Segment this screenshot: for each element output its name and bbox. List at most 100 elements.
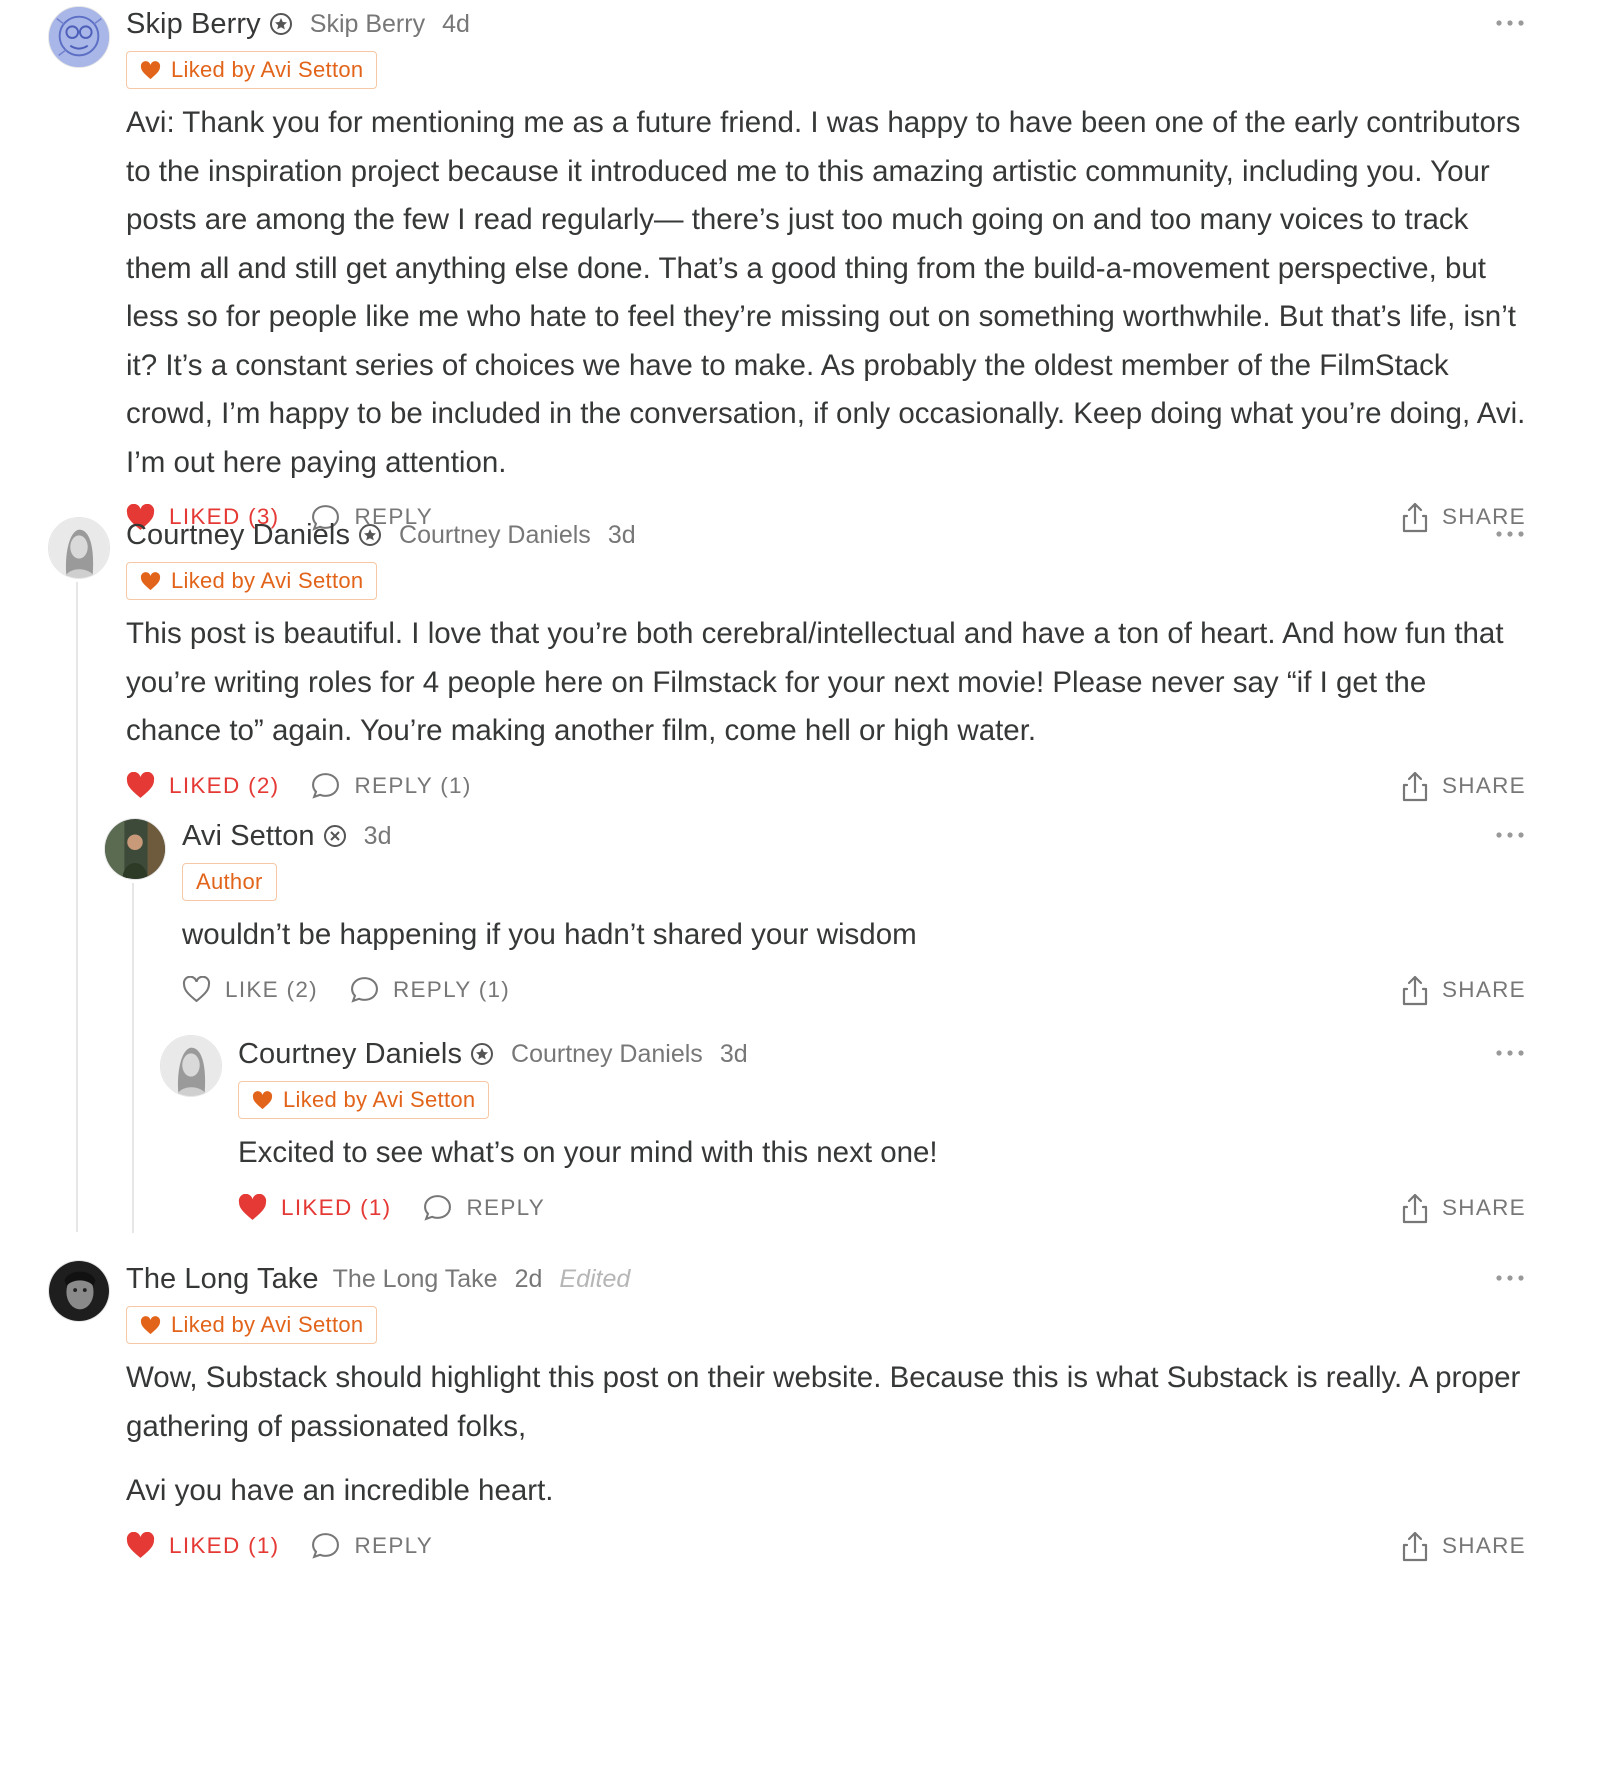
author-handle[interactable]: Courtney Daniels (511, 1040, 703, 1069)
share-button[interactable]: SHARE (1401, 1188, 1526, 1228)
reply-button[interactable]: REPLY (1) (311, 772, 471, 799)
reply-label: REPLY (466, 1194, 546, 1220)
more-options-button[interactable] (1494, 1262, 1526, 1294)
badge-label: Liked by Avi Setton (171, 1312, 364, 1337)
share-icon (1402, 771, 1428, 801)
like-label: LIKED (1) (169, 1532, 280, 1558)
ellipsis-icon (1496, 1050, 1524, 1056)
liked-by-author-badge: Liked by Avi Setton (126, 51, 378, 89)
like-label: LIKED (1) (281, 1194, 392, 1220)
comment-header: Skip Berry Skip Berry 4d (126, 5, 1526, 43)
ellipsis-icon (1496, 832, 1524, 838)
thread-line (76, 582, 78, 1232)
heart-filled-icon (126, 772, 155, 798)
avatar-courtney-daniels-image (49, 518, 109, 578)
avatar[interactable] (48, 1260, 110, 1322)
like-label: LIKE (2) (225, 976, 318, 1002)
avatar-courtney-daniels-image (161, 1036, 221, 1096)
timestamp[interactable]: 3d (608, 521, 636, 550)
heart-outline-icon (182, 976, 211, 1003)
edited-label: Edited (559, 1264, 631, 1293)
like-button[interactable]: LIKE (2) (182, 976, 318, 1003)
avatar[interactable] (48, 6, 110, 68)
badge-label: Liked by Avi Setton (283, 1087, 476, 1112)
badge-label: Liked by Avi Setton (171, 57, 364, 82)
comment-body: wouldn’t be happening if you hadn’t shar… (182, 911, 1526, 960)
author-handle[interactable]: The Long Take (333, 1265, 498, 1294)
liked-by-author-badge: Liked by Avi Setton (238, 1081, 490, 1119)
author-name[interactable]: Skip Berry (126, 8, 261, 41)
comment-paragraph: Avi: Thank you for mentioning me as a fu… (126, 106, 1526, 479)
timestamp[interactable]: 2d (515, 1265, 543, 1294)
heart-icon (140, 1315, 161, 1334)
avatar[interactable] (104, 818, 166, 880)
like-button[interactable]: LIKED (1) (238, 1194, 391, 1221)
more-options-button[interactable] (1494, 518, 1526, 550)
comment-body: Wow, Substack should highlight this post… (126, 1354, 1526, 1516)
comment-paragraph: Avi you have an incredible heart. (126, 1474, 554, 1507)
author-name[interactable]: Avi Setton (182, 820, 315, 853)
badge-label: Liked by Avi Setton (171, 568, 364, 593)
heart-icon (140, 60, 161, 79)
share-button[interactable]: SHARE (1401, 1526, 1526, 1566)
timestamp[interactable]: 3d (720, 1040, 748, 1069)
comment-paragraph: wouldn’t be happening if you hadn’t shar… (182, 918, 917, 951)
heart-icon (252, 1090, 273, 1109)
comment-body: This post is beautiful. I love that you’… (126, 610, 1526, 756)
comments-section: Skip Berry Skip Berry 4d Liked by Avi Se… (0, 0, 1622, 1790)
ellipsis-icon (1496, 1275, 1524, 1281)
avatar[interactable] (48, 517, 110, 579)
ellipsis-icon (1496, 531, 1524, 537)
speech-bubble-icon (312, 1533, 340, 1559)
like-button[interactable]: LIKED (1) (126, 1532, 279, 1559)
share-icon (1402, 975, 1428, 1005)
reply-button[interactable]: REPLY (1) (350, 976, 510, 1003)
more-options-button[interactable] (1494, 819, 1526, 851)
avatar-the-long-take-image (49, 1261, 109, 1321)
timestamp[interactable]: 3d (364, 822, 392, 851)
author-name[interactable]: Courtney Daniels (238, 1038, 462, 1071)
heart-filled-icon (126, 1532, 155, 1558)
liked-by-author-badge: Liked by Avi Setton (126, 1306, 378, 1344)
more-options-button[interactable] (1494, 1037, 1526, 1069)
comment-actions: LIKED (1) REPLY SHARE (126, 1526, 1526, 1566)
heart-icon (140, 571, 161, 590)
comment-actions: LIKED (1) REPLY SHARE (238, 1188, 1526, 1228)
share-label: SHARE (1441, 976, 1526, 1002)
more-options-button[interactable] (1494, 7, 1526, 39)
comment-actions: LIKED (2) REPLY (1) SHARE (126, 766, 1526, 806)
author-name[interactable]: Courtney Daniels (126, 519, 350, 552)
reply-button[interactable]: REPLY (423, 1194, 545, 1221)
reply-label: REPLY (354, 1532, 434, 1558)
like-label: LIKED (2) (169, 772, 280, 798)
comment-header: Courtney Daniels Courtney Daniels 3d (126, 516, 1526, 554)
comment-header: Courtney Daniels Courtney Daniels 3d (238, 1035, 1526, 1073)
badge-label: Author (196, 869, 263, 894)
comment-actions: LIKE (2) REPLY (1) SHARE (182, 970, 1526, 1010)
timestamp[interactable]: 4d (442, 10, 470, 39)
author-name[interactable]: The Long Take (126, 1263, 319, 1296)
share-label: SHARE (1441, 1532, 1526, 1558)
like-button[interactable]: LIKED (2) (126, 772, 279, 799)
share-icon (1402, 1531, 1428, 1561)
comment-body: Avi: Thank you for mentioning me as a fu… (126, 99, 1526, 487)
thread-line (132, 883, 134, 1233)
liked-by-author-badge: Liked by Avi Setton (126, 562, 378, 600)
verified-icon (471, 1043, 494, 1065)
comment-body: Excited to see what’s on your mind with … (238, 1129, 1526, 1178)
verified-icon (359, 524, 382, 546)
share-label: SHARE (1441, 1194, 1526, 1220)
comment-header: The Long Take The Long Take 2d Edited (126, 1260, 1526, 1298)
author-handle[interactable]: Courtney Daniels (399, 521, 591, 550)
share-button[interactable]: SHARE (1401, 970, 1526, 1010)
author-handle[interactable]: Skip Berry (310, 10, 425, 39)
reply-button[interactable]: REPLY (311, 1532, 433, 1559)
comment-header: Avi Setton 3d (182, 817, 1526, 855)
share-button[interactable]: SHARE (1401, 766, 1526, 806)
ellipsis-icon (1496, 20, 1524, 26)
reply-label: REPLY (1) (354, 772, 472, 798)
heart-filled-icon (238, 1194, 267, 1220)
avatar-avi-setton-image (105, 819, 165, 879)
avatar[interactable] (160, 1035, 222, 1097)
avatar-skip-berry-image (49, 7, 109, 67)
